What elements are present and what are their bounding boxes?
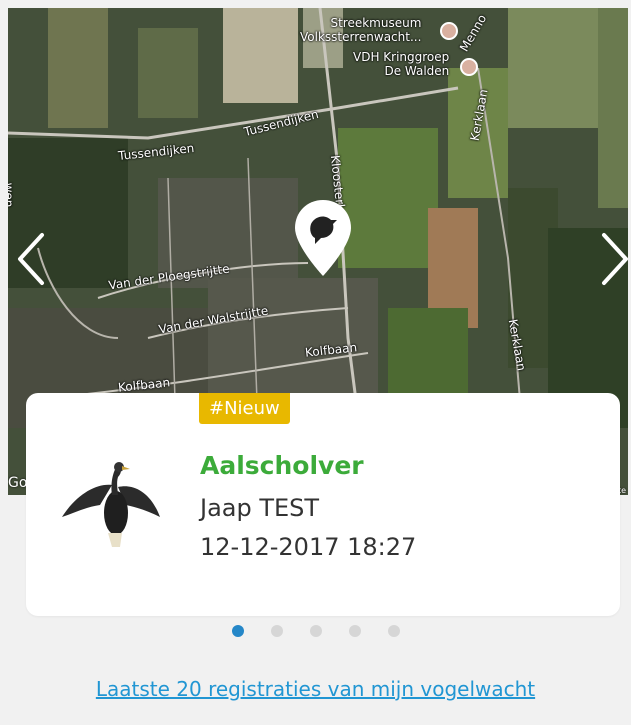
poi-label-kringgroep: VDH Kringgroep De Walden (353, 50, 450, 78)
place-icon[interactable] (460, 58, 478, 76)
google-logo: Go (8, 475, 28, 491)
latest-registrations-link[interactable]: Laatste 20 registraties van mijn vogelwa… (0, 677, 631, 701)
next-arrow-icon[interactable] (598, 229, 628, 289)
carousel-pagination (232, 625, 400, 637)
species-name[interactable]: Aalscholver (200, 451, 364, 480)
observer-name: Jaap TEST (200, 494, 320, 522)
pagination-dot[interactable] (310, 625, 322, 637)
pagination-dot[interactable] (349, 625, 361, 637)
previous-arrow-icon[interactable] (14, 229, 48, 289)
street-label: wen (8, 182, 16, 208)
pagination-dot[interactable] (232, 625, 244, 637)
pagination-dot[interactable] (271, 625, 283, 637)
observation-datetime: 12-12-2017 18:27 (200, 533, 417, 561)
bird-location-pin-icon[interactable] (293, 198, 353, 278)
pagination-dot[interactable] (388, 625, 400, 637)
cormorant-image (56, 455, 171, 555)
poi-label-museum: Streekmuseum Volkssterrenwacht... (300, 16, 422, 44)
museum-icon[interactable] (440, 22, 458, 40)
new-badge: #Nieuw (199, 393, 290, 424)
